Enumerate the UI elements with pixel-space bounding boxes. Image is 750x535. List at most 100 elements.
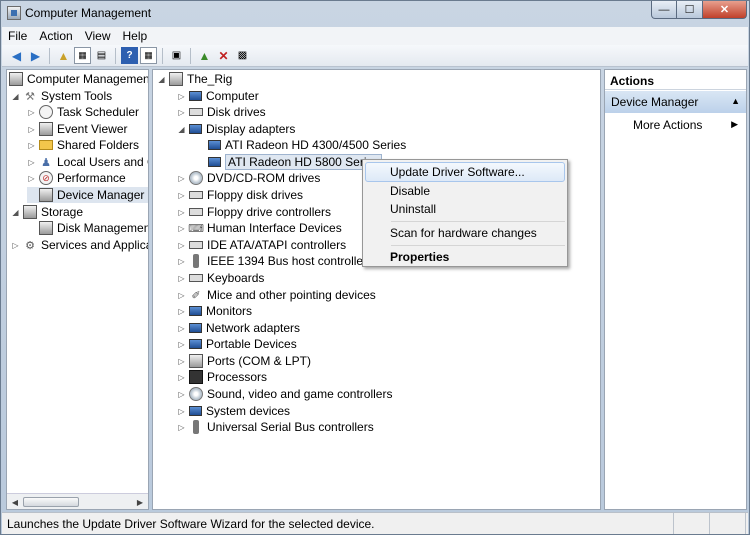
expand-arrow-icon[interactable]: ▷ — [177, 357, 186, 366]
menu-help[interactable]: Help — [117, 29, 154, 43]
tree-label: System Tools — [41, 89, 113, 103]
toolbar-separator — [115, 47, 116, 64]
expand-arrow-icon[interactable]: ▷ — [177, 191, 186, 200]
expand-arrow-icon[interactable]: ▷ — [27, 125, 36, 134]
device-ati-4300[interactable]: ATI Radeon HD 4300/4500 Series — [208, 137, 406, 153]
device-category-sound[interactable]: ▷ Sound, video and game controllers — [177, 386, 392, 402]
expand-arrow-icon[interactable]: ▷ — [177, 407, 186, 416]
more-actions-item[interactable]: More Actions ▶ — [605, 115, 746, 135]
ctx-uninstall[interactable]: Uninstall — [365, 199, 565, 219]
collapse-triangle-icon[interactable]: ▲ — [731, 96, 740, 106]
ctx-update-driver[interactable]: Update Driver Software... — [365, 162, 565, 182]
expand-arrow-icon[interactable]: ▷ — [177, 291, 186, 300]
device-category-ide[interactable]: ▷ IDE ATA/ATAPI controllers — [177, 237, 346, 253]
device-category-floppy-controllers[interactable]: ▷ Floppy drive controllers — [177, 204, 331, 220]
tree-item-performance[interactable]: ▷ ⊘ Performance — [27, 170, 126, 186]
device-category-disk-drives[interactable]: ▷ Disk drives — [177, 104, 265, 120]
expand-arrow-icon[interactable]: ▷ — [177, 324, 186, 333]
device-ati-5800[interactable]: ATI Radeon HD 5800 Series — [208, 154, 383, 170]
close-button[interactable]: ✕ — [703, 1, 747, 19]
scroll-right-icon[interactable]: ▶ — [134, 496, 146, 508]
properties-icon[interactable]: ▤ — [93, 47, 110, 64]
ctx-scan-hardware[interactable]: Scan for hardware changes — [365, 223, 565, 243]
device-category-monitors[interactable]: ▷ Monitors — [177, 303, 252, 319]
expand-arrow-icon[interactable]: ▷ — [177, 274, 186, 283]
expand-arrow-icon[interactable]: ▷ — [27, 158, 36, 167]
expand-arrow-icon[interactable]: ▷ — [177, 224, 186, 233]
tree-item-storage[interactable]: ◢ Storage — [11, 204, 83, 220]
device-category-system[interactable]: ▷ System devices — [177, 403, 290, 419]
menu-action[interactable]: Action — [33, 29, 78, 43]
expand-arrow-icon[interactable]: ▷ — [177, 390, 186, 399]
device-category-mice[interactable]: ▷ ✐ Mice and other pointing devices — [177, 287, 375, 303]
tree-item-device-manager[interactable]: Device Manager — [27, 187, 148, 203]
more-actions-label: More Actions — [633, 118, 703, 132]
device-category-floppy-disk[interactable]: ▷ Floppy disk drives — [177, 187, 303, 203]
show-hide-action-pane-icon[interactable]: ▦ — [140, 47, 157, 64]
expand-arrow-icon[interactable]: ▷ — [177, 208, 186, 217]
expand-arrow-icon[interactable]: ▷ — [177, 241, 186, 250]
expand-arrow-icon[interactable]: ▷ — [177, 174, 186, 183]
scroll-thumb[interactable] — [23, 497, 79, 507]
tree-label: Storage — [41, 205, 84, 219]
device-category-label: Universal Serial Bus controllers — [207, 420, 374, 434]
tree-item-services[interactable]: ▷ ⚙ Services and Applications — [11, 237, 148, 253]
device-category-network[interactable]: ▷ Network adapters — [177, 320, 300, 336]
horizontal-scrollbar[interactable]: ◀ ▶ — [7, 493, 148, 509]
maximize-button[interactable]: ☐ — [677, 1, 703, 19]
tree-item-computer-management[interactable]: Computer Management — [9, 71, 148, 87]
expand-arrow-icon[interactable]: ▷ — [177, 423, 186, 432]
device-category-usb[interactable]: ▷ Universal Serial Bus controllers — [177, 419, 374, 435]
device-category-ports[interactable]: ▷ Ports (COM & LPT) — [177, 353, 311, 369]
performance-icon: ⊘ — [39, 171, 53, 185]
collapse-arrow-icon[interactable]: ◢ — [11, 208, 20, 217]
tree-item-shared-folders[interactable]: ▷ Shared Folders — [27, 137, 139, 153]
minimize-button[interactable]: — — [651, 1, 677, 19]
ctx-properties[interactable]: Properties — [365, 247, 565, 267]
collapse-arrow-icon[interactable]: ◢ — [157, 75, 166, 84]
scan-hardware-icon[interactable]: ▣ — [168, 47, 185, 64]
device-category-label: Portable Devices — [206, 337, 297, 351]
expand-arrow-icon[interactable]: ▷ — [177, 373, 186, 382]
tree-item-system-tools[interactable]: ◢ ⚒ System Tools — [11, 88, 112, 104]
forward-icon[interactable]: ▶ — [27, 47, 44, 64]
expand-arrow-icon[interactable]: ▷ — [177, 257, 186, 266]
expand-arrow-icon[interactable]: ▷ — [177, 340, 186, 349]
disable-icon[interactable]: ▩ — [234, 47, 251, 64]
device-category-processors[interactable]: ▷ Processors — [177, 369, 267, 385]
console-tree-icon[interactable]: ▦ — [74, 47, 91, 64]
help-icon[interactable]: ? — [121, 47, 138, 64]
update-driver-icon[interactable]: ▲ — [196, 47, 213, 64]
expand-arrow-icon[interactable]: ▷ — [27, 141, 36, 150]
collapse-arrow-icon[interactable]: ◢ — [11, 92, 20, 101]
device-category-dvd[interactable]: ▷ DVD/CD-ROM drives — [177, 170, 320, 186]
expand-arrow-icon[interactable]: ▷ — [27, 174, 36, 183]
tree-item-disk-management[interactable]: Disk Management — [27, 220, 148, 236]
title-bar[interactable]: Computer Management — ☐ ✕ — [1, 1, 749, 25]
device-category-keyboards[interactable]: ▷ Keyboards — [177, 270, 264, 286]
menu-file[interactable]: File — [2, 29, 33, 43]
expand-arrow-icon[interactable]: ▷ — [177, 92, 186, 101]
tree-item-event-viewer[interactable]: ▷ Event Viewer — [27, 121, 127, 137]
expand-arrow-icon[interactable]: ▷ — [177, 108, 186, 117]
device-category-display-adapters[interactable]: ◢ Display adapters — [177, 121, 295, 137]
device-category-label: Sound, video and game controllers — [207, 387, 393, 401]
expand-arrow-icon[interactable]: ▷ — [27, 108, 36, 117]
tree-item-task-scheduler[interactable]: ▷ Task Scheduler — [27, 104, 139, 120]
expand-arrow-icon[interactable]: ▷ — [11, 241, 20, 250]
ctx-disable[interactable]: Disable — [365, 181, 565, 201]
actions-device-manager-section[interactable]: Device Manager ▲ — [605, 91, 746, 113]
back-icon[interactable]: ◀ — [8, 47, 25, 64]
collapse-arrow-icon[interactable]: ◢ — [177, 125, 186, 134]
device-root[interactable]: ◢ The_Rig — [157, 71, 232, 87]
tree-item-local-users[interactable]: ▷ ♟ Local Users and Groups — [27, 154, 148, 170]
expand-arrow-icon[interactable]: ▷ — [177, 307, 186, 316]
scroll-left-icon[interactable]: ◀ — [9, 496, 21, 508]
device-category-ieee1394[interactable]: ▷ IEEE 1394 Bus host controllers — [177, 253, 373, 269]
uninstall-icon[interactable]: ✕ — [215, 47, 232, 64]
up-folder-icon[interactable]: ▲ — [55, 47, 72, 64]
device-category-computer[interactable]: ▷ Computer — [177, 88, 258, 104]
device-category-hid[interactable]: ▷ ⌨ Human Interface Devices — [177, 220, 341, 236]
device-category-portable[interactable]: ▷ Portable Devices — [177, 336, 297, 352]
menu-view[interactable]: View — [79, 29, 117, 43]
